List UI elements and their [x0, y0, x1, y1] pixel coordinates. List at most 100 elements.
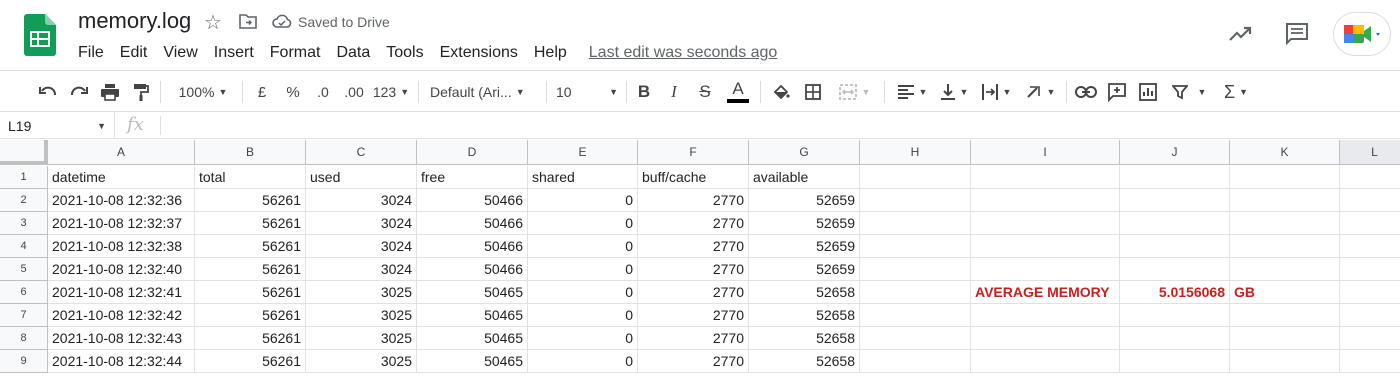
cell-i2[interactable]	[971, 189, 1120, 212]
cell-g6[interactable]: 52658	[749, 281, 860, 304]
cell-i7[interactable]	[971, 304, 1120, 327]
cell-h4[interactable]	[860, 235, 971, 258]
menu-edit[interactable]: Edit	[112, 42, 156, 64]
cell-b2[interactable]: 56261	[195, 189, 306, 212]
menu-data[interactable]: Data	[328, 42, 378, 64]
column-header-d[interactable]: D	[417, 140, 528, 165]
row-header-1[interactable]: 1	[0, 166, 48, 189]
cell-a6[interactable]: 2021-10-08 12:32:41	[48, 281, 195, 304]
cell-g1[interactable]: available	[749, 166, 860, 189]
cell-c4[interactable]: 3024	[306, 235, 417, 258]
cell-k4[interactable]	[1230, 235, 1340, 258]
cell-j8[interactable]	[1120, 327, 1230, 350]
cell-b7[interactable]: 56261	[195, 304, 306, 327]
cell-b4[interactable]: 56261	[195, 235, 306, 258]
cell-i6[interactable]: AVERAGE MEMORY	[971, 281, 1120, 304]
cell-e5[interactable]: 0	[528, 258, 638, 281]
text-wrapping-icon[interactable]: ▼	[978, 71, 1014, 113]
cell-e8[interactable]: 0	[528, 327, 638, 350]
text-rotation-icon[interactable]: ▼	[1022, 71, 1058, 113]
cell-g2[interactable]: 52659	[749, 189, 860, 212]
borders-icon[interactable]	[802, 71, 824, 113]
strikethrough-button[interactable]: S	[695, 71, 715, 113]
cell-b8[interactable]: 56261	[195, 327, 306, 350]
text-color-button[interactable]: A	[726, 71, 750, 113]
menu-format[interactable]: Format	[262, 42, 329, 64]
cell-j3[interactable]	[1120, 212, 1230, 235]
decrease-decimal-button[interactable]: .0	[311, 71, 335, 113]
row-header-6[interactable]: 6	[0, 281, 48, 304]
cell-a8[interactable]: 2021-10-08 12:32:43	[48, 327, 195, 350]
cell-a2[interactable]: 2021-10-08 12:32:36	[48, 189, 195, 212]
cell-f4[interactable]: 2770	[638, 235, 749, 258]
menu-help[interactable]: Help	[526, 42, 575, 64]
cell-c8[interactable]: 3025	[306, 327, 417, 350]
column-header-h[interactable]: H	[860, 140, 971, 165]
row-header-8[interactable]: 8	[0, 327, 48, 350]
italic-button[interactable]: I	[664, 71, 684, 113]
redo-icon[interactable]	[67, 71, 91, 113]
cell-c5[interactable]: 3024	[306, 258, 417, 281]
cell-g7[interactable]: 52658	[749, 304, 860, 327]
font-size-select[interactable]: 10 ▼	[556, 71, 618, 113]
menu-extensions[interactable]: Extensions	[432, 42, 526, 64]
menu-tools[interactable]: Tools	[378, 42, 431, 64]
cell-h3[interactable]	[860, 212, 971, 235]
column-header-e[interactable]: E	[528, 140, 638, 165]
insert-chart-icon[interactable]	[1136, 71, 1160, 113]
cell-d2[interactable]: 50466	[417, 189, 528, 212]
cell-j4[interactable]	[1120, 235, 1230, 258]
menu-view[interactable]: View	[155, 42, 205, 64]
cell-k2[interactable]	[1230, 189, 1340, 212]
cell-k7[interactable]	[1230, 304, 1340, 327]
cell-a9[interactable]: 2021-10-08 12:32:44	[48, 350, 195, 373]
cell-f7[interactable]: 2770	[638, 304, 749, 327]
vertical-align-icon[interactable]: ▼	[936, 71, 972, 113]
cell-d4[interactable]: 50466	[417, 235, 528, 258]
cell-f8[interactable]: 2770	[638, 327, 749, 350]
cell-h6[interactable]	[860, 281, 971, 304]
cell-g9[interactable]: 52658	[749, 350, 860, 373]
functions-button[interactable]: Σ ▼	[1218, 71, 1254, 113]
cell-b3[interactable]: 56261	[195, 212, 306, 235]
cell-e1[interactable]: shared	[528, 166, 638, 189]
more-formats-select[interactable]: 123 ▼	[372, 71, 410, 113]
cell-l8[interactable]	[1340, 327, 1400, 350]
cell-f5[interactable]: 2770	[638, 258, 749, 281]
cell-l3[interactable]	[1340, 212, 1400, 235]
cell-e9[interactable]: 0	[528, 350, 638, 373]
fill-color-icon[interactable]	[770, 71, 792, 113]
cell-h8[interactable]	[860, 327, 971, 350]
cell-l2[interactable]	[1340, 189, 1400, 212]
paint-format-icon[interactable]	[129, 71, 153, 113]
cell-l1[interactable]	[1340, 166, 1400, 189]
cell-g4[interactable]: 52659	[749, 235, 860, 258]
column-header-c[interactable]: C	[306, 140, 417, 165]
cell-e4[interactable]: 0	[528, 235, 638, 258]
row-header-4[interactable]: 4	[0, 235, 48, 258]
cell-l7[interactable]	[1340, 304, 1400, 327]
cell-c6[interactable]: 3025	[306, 281, 417, 304]
increase-decimal-button[interactable]: .00	[341, 71, 367, 113]
cell-e2[interactable]: 0	[528, 189, 638, 212]
cell-c3[interactable]: 3024	[306, 212, 417, 235]
insert-link-icon[interactable]	[1074, 71, 1098, 113]
cell-a5[interactable]: 2021-10-08 12:32:40	[48, 258, 195, 281]
cell-i3[interactable]	[971, 212, 1120, 235]
cell-a1[interactable]: datetime	[48, 166, 195, 189]
cell-j7[interactable]	[1120, 304, 1230, 327]
cell-h1[interactable]	[860, 166, 971, 189]
cell-k5[interactable]	[1230, 258, 1340, 281]
cell-l9[interactable]	[1340, 350, 1400, 373]
cell-l5[interactable]	[1340, 258, 1400, 281]
menu-insert[interactable]: Insert	[206, 42, 262, 64]
cell-d1[interactable]: free	[417, 166, 528, 189]
row-header-5[interactable]: 5	[0, 258, 48, 281]
cell-l6[interactable]	[1340, 281, 1400, 304]
formula-input[interactable]	[162, 112, 1400, 139]
column-header-i[interactable]: I	[971, 140, 1120, 165]
document-title[interactable]: memory.log	[78, 8, 191, 34]
font-family-select[interactable]: Default (Ari... ▼	[430, 71, 540, 113]
activity-trend-icon[interactable]	[1228, 22, 1254, 46]
merge-cells-icon[interactable]: ▼	[834, 71, 874, 113]
